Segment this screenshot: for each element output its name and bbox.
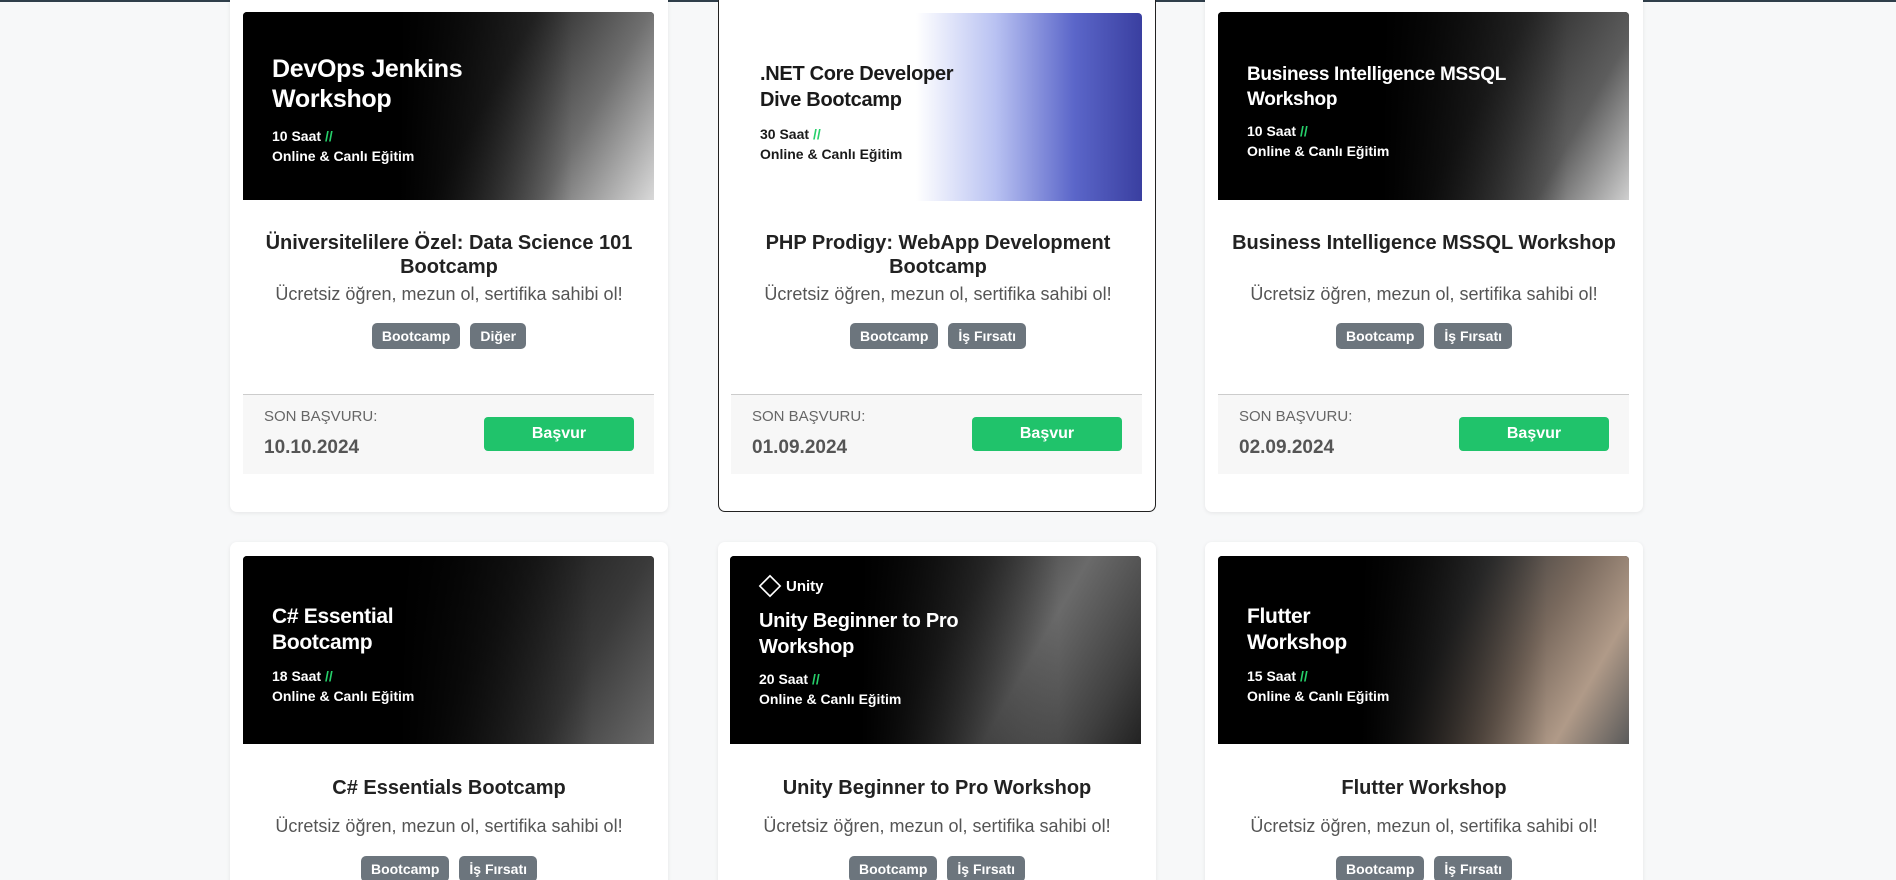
course-subtitle: Ücretsiz öğren, mezun ol, sertifika sahi… [275,816,623,836]
tag-list: Bootcamp İş Fırsatı [719,323,1155,349]
tag-badge: Diğer [470,323,527,349]
course-subtitle: Ücretsiz öğren, mezun ol, sertifika sahi… [1250,284,1598,304]
course-subtitle: Ücretsiz öğren, mezun ol, sertifika sahi… [1250,816,1598,836]
course-title[interactable]: Flutter Workshop [1225,776,1623,800]
deadline-date: 02.09.2024 [1239,437,1335,458]
apply-button[interactable]: Başvur [972,417,1122,451]
deadline-label: SON BAŞVURU: [1239,408,1353,425]
course-banner-image: Flutter Workshop 15 Saat // Online & Can… [1218,556,1629,744]
deadline-date: 10.10.2024 [264,437,360,458]
course-banner-image: .NET Core Developer Dive Bootcamp 30 Saa… [731,13,1142,201]
tag-badge: Bootcamp [360,856,450,880]
banner-title: DevOps Jenkins Workshop [272,55,463,113]
card-footer: SON BAŞVURU: 01.09.2024 Başvur [731,394,1142,474]
unity-cube-icon [758,574,782,598]
course-banner-image: Business Intelligence MSSQL Workshop 10 … [1218,12,1629,200]
tag-badge: İş Fırsatı [1434,323,1513,349]
course-card[interactable]: Flutter Workshop 15 Saat // Online & Can… [1205,542,1643,880]
course-subtitle: Ücretsiz öğren, mezun ol, sertifika sahi… [764,284,1112,304]
tag-list: Bootcamp İş Fırsatı [718,856,1156,880]
banner-meta: 10 Saat // Online & Canlı Eğitim [272,128,415,164]
tag-list: Bootcamp İş Fırsatı [1205,856,1643,880]
banner-meta: 10 Saat // Online & Canlı Eğitim [1247,123,1390,159]
course-subtitle: Ücretsiz öğren, mezun ol, sertifika sahi… [275,284,623,304]
course-title[interactable]: Business Intelligence MSSQL Workshop [1225,231,1623,255]
course-banner-image: C# Essential Bootcamp 18 Saat // Online … [243,556,654,744]
course-title[interactable]: Üniversitelilere Özel: Data Science 101 … [250,231,648,279]
card-footer: SON BAŞVURU: 10.10.2024 Başvur [243,394,654,474]
card-footer: SON BAŞVURU: 02.09.2024 Başvur [1218,394,1629,474]
course-title[interactable]: Unity Beginner to Pro Workshop [738,776,1136,800]
banner-title: Unity Beginner to Pro Workshop [759,610,959,658]
banner-title: C# Essential Bootcamp [272,605,394,654]
course-card[interactable]: .NET Core Developer Dive Bootcamp 30 Saa… [718,0,1156,512]
tag-badge: Bootcamp [1335,323,1425,349]
banner-meta: 20 Saat // Online & Canlı Eğitim [759,671,902,707]
banner-title: Business Intelligence MSSQL Workshop [1247,64,1507,110]
course-card[interactable]: DevOps Jenkins Workshop 10 Saat // Onlin… [230,0,668,512]
tag-badge: Bootcamp [849,323,939,349]
tag-badge: İş Fırsatı [948,323,1027,349]
apply-button[interactable]: Başvur [484,417,634,451]
course-card[interactable]: Unity Unity Beginner to Pro Workshop 20 … [718,542,1156,880]
tag-badge: Bootcamp [371,323,461,349]
banner-title: .NET Core Developer Dive Bootcamp [760,63,954,111]
deadline-label: SON BAŞVURU: [752,408,866,425]
deadline-date: 01.09.2024 [752,437,848,458]
tag-list: Bootcamp Diğer [230,323,668,349]
course-title[interactable]: PHP Prodigy: WebApp Development Bootcamp [739,231,1137,279]
tag-badge: İş Fırsatı [947,856,1026,880]
course-card[interactable]: Business Intelligence MSSQL Workshop 10 … [1205,0,1643,512]
course-card[interactable]: C# Essential Bootcamp 18 Saat // Online … [230,542,668,880]
course-title[interactable]: C# Essentials Bootcamp [250,776,648,800]
tag-badge: Bootcamp [848,856,938,880]
tag-badge: Bootcamp [1335,856,1425,880]
course-banner-image: DevOps Jenkins Workshop 10 Saat // Onlin… [243,12,654,200]
banner-meta: 18 Saat // Online & Canlı Eğitim [272,668,415,704]
course-grid: DevOps Jenkins Workshop 10 Saat // Onlin… [230,0,1644,880]
tag-list: Bootcamp İş Fırsatı [230,856,668,880]
course-subtitle: Ücretsiz öğren, mezun ol, sertifika sahi… [763,816,1111,836]
tag-badge: İş Fırsatı [1434,856,1513,880]
unity-logo: Unity [758,574,824,598]
tag-list: Bootcamp İş Fırsatı [1205,323,1643,349]
course-banner-image: Unity Unity Beginner to Pro Workshop 20 … [730,556,1141,744]
deadline-label: SON BAŞVURU: [264,408,378,425]
banner-meta: 30 Saat // Online & Canlı Eğitim [760,126,903,162]
apply-button[interactable]: Başvur [1459,417,1609,451]
banner-title: Flutter Workshop [1247,605,1347,654]
banner-meta: 15 Saat // Online & Canlı Eğitim [1247,668,1390,704]
tag-badge: İş Fırsatı [459,856,538,880]
